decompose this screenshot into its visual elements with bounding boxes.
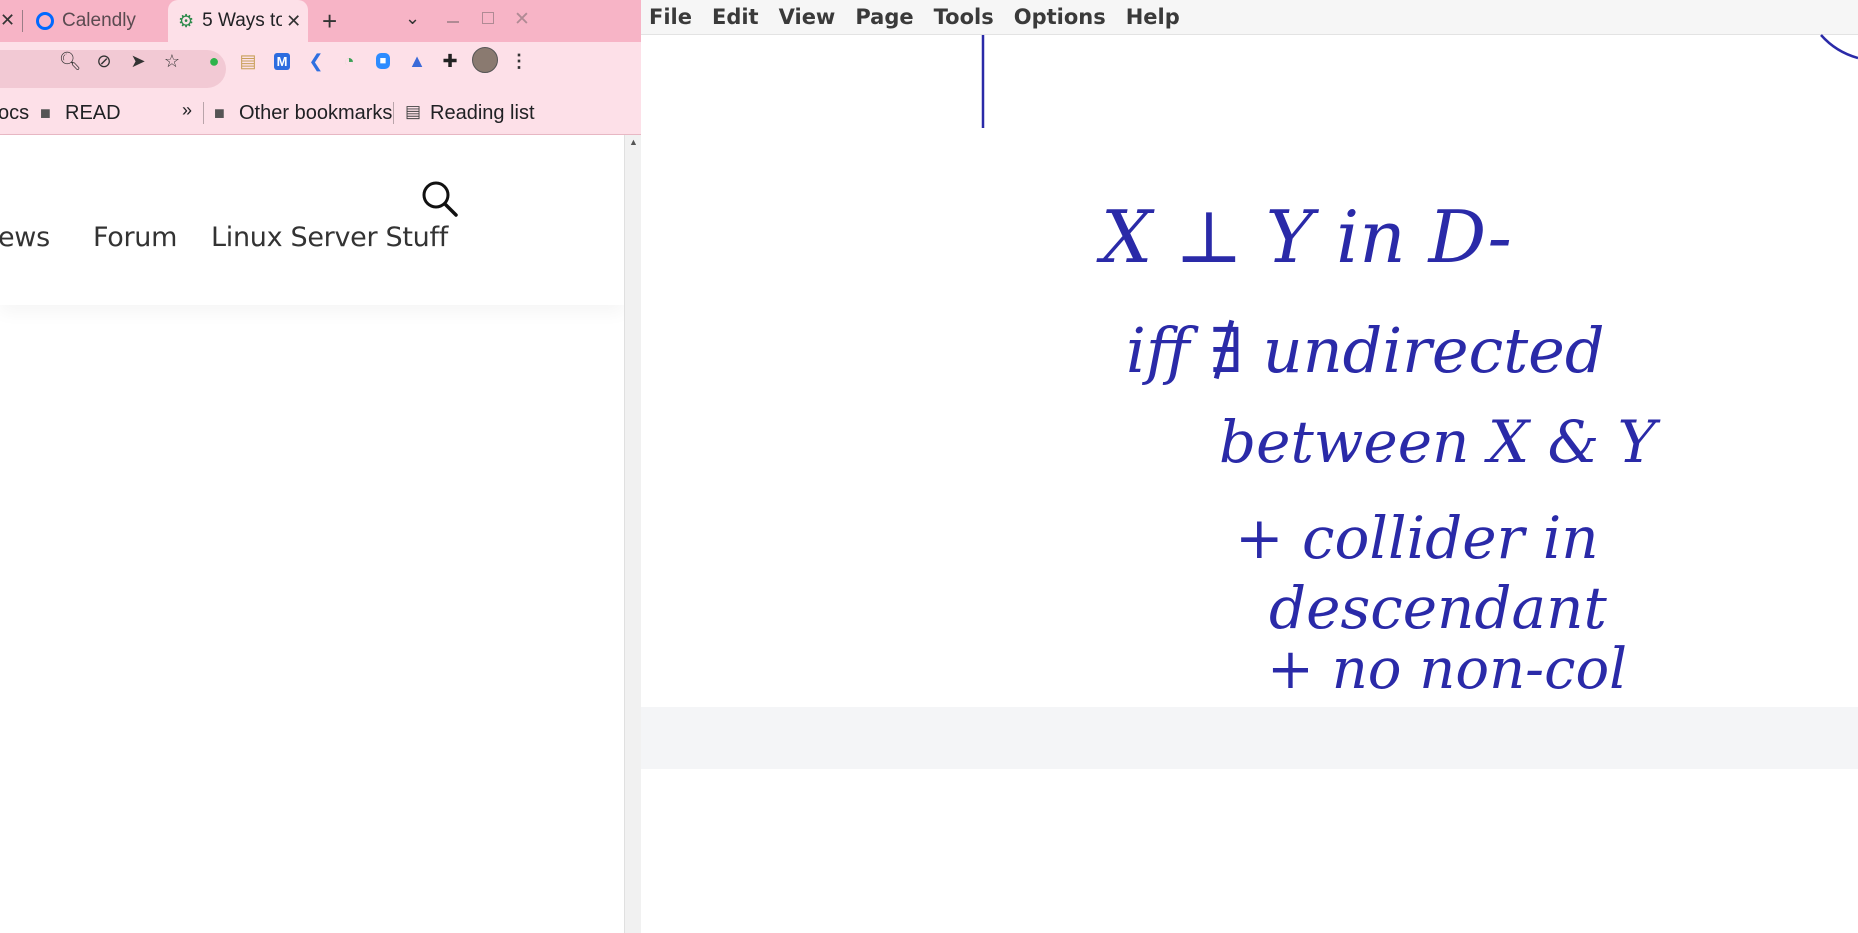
tab-calendly[interactable]: Calendly ✕ [30, 0, 165, 42]
page-scrollbar[interactable]: ▲ [624, 135, 641, 933]
bookmark-divider [203, 102, 204, 124]
eye-off-icon[interactable]: ⊘ [91, 48, 117, 74]
minimize-icon[interactable] [447, 21, 459, 23]
search-icon[interactable] [421, 180, 459, 218]
browser-toolbar: 🔍︎ ⊘ ➤ ☆ ● ▤ M ❮ ◔ ■ ▲ ✚ ⋮ [0, 42, 641, 94]
tab-strip: ✕ Calendly ✕ ⚙ 5 Ways to ✕ + ⌄ ✕ [0, 0, 641, 42]
menu-kebab-icon[interactable]: ⋮ [506, 48, 532, 74]
tab-5-ways[interactable]: ⚙ 5 Ways to ✕ [168, 0, 308, 42]
site-navigation [0, 135, 624, 305]
grammar-extension-icon[interactable]: ◔ [336, 48, 362, 74]
handwriting-line: + no non-col [1267, 637, 1627, 702]
tab-search-chevron-icon[interactable]: ⌄ [405, 8, 420, 29]
journal-window: File Edit View Page Tools Options Help X… [641, 0, 1858, 933]
bookmarks-bar: ocs ■ READ » ■ Other bookmarks ▤ Reading… [0, 94, 641, 135]
nav-forum[interactable]: Forum [93, 222, 177, 253]
bookmark-divider [393, 102, 394, 124]
scroll-up-icon[interactable]: ▲ [629, 137, 638, 147]
tab-divider [22, 10, 23, 32]
calendly-icon [36, 12, 54, 30]
nav-linux-server-stuff[interactable]: Linux Server Stuff [211, 222, 448, 253]
graduation-cap-icon[interactable]: ▲ [404, 48, 430, 74]
tab-close-icon[interactable]: ✕ [0, 10, 15, 31]
notes-extension-icon[interactable]: ▤ [235, 48, 261, 74]
extensions-puzzle-icon[interactable]: ✚ [437, 48, 463, 74]
new-tab-button[interactable]: + [322, 6, 337, 37]
bookmark-read[interactable]: READ [65, 102, 121, 125]
bookmarks-overflow-button[interactable]: » [182, 100, 192, 121]
maximize-icon[interactable] [482, 12, 494, 24]
tab-label: Calendly [62, 10, 136, 31]
zoom-icon[interactable]: 🔍︎ [57, 48, 83, 74]
handwriting-line: descendant [1269, 574, 1607, 642]
tab-label: 5 Ways to [202, 10, 283, 31]
handwriting-layer: X ⊥ Y in D- iff ∄ undirected between X &… [981, 34, 1858, 702]
reading-list-icon: ▤ [405, 102, 422, 121]
handwriting-line: iff ∄ undirected [1126, 314, 1605, 387]
handwriting-line: between X & Y [1219, 408, 1661, 476]
close-icon[interactable]: ✕ [286, 11, 301, 32]
bookmark-docs-partial[interactable]: ocs [0, 102, 29, 125]
zoom-video-icon[interactable]: ■ [370, 48, 396, 74]
handwriting-line: + collider in [1235, 504, 1599, 572]
send-icon[interactable]: ➤ [125, 48, 151, 74]
folder-icon: ■ [214, 103, 225, 123]
folder-icon: ■ [40, 103, 51, 123]
ink-stroke [1820, 34, 1858, 60]
window-close-icon[interactable]: ✕ [514, 8, 530, 31]
m-extension-icon[interactable]: M [269, 48, 295, 74]
handwriting-line: X ⊥ Y in D- [1096, 195, 1512, 279]
bookmark-other[interactable]: Other bookmarks [239, 102, 392, 125]
browser-window: ✕ Calendly ✕ ⚙ 5 Ways to ✕ + ⌄ ✕ 🔍︎ ⊘ ➤ … [0, 0, 641, 933]
star-icon[interactable]: ☆ [159, 48, 185, 74]
gear-logo-icon: ⚙ [178, 10, 195, 31]
avatar[interactable] [472, 47, 498, 73]
k-extension-icon[interactable]: ❮ [303, 48, 329, 74]
evernote-icon[interactable]: ● [201, 48, 227, 74]
nav-news[interactable]: ews [0, 222, 50, 253]
bookmark-reading-list[interactable]: Reading list [430, 102, 535, 125]
